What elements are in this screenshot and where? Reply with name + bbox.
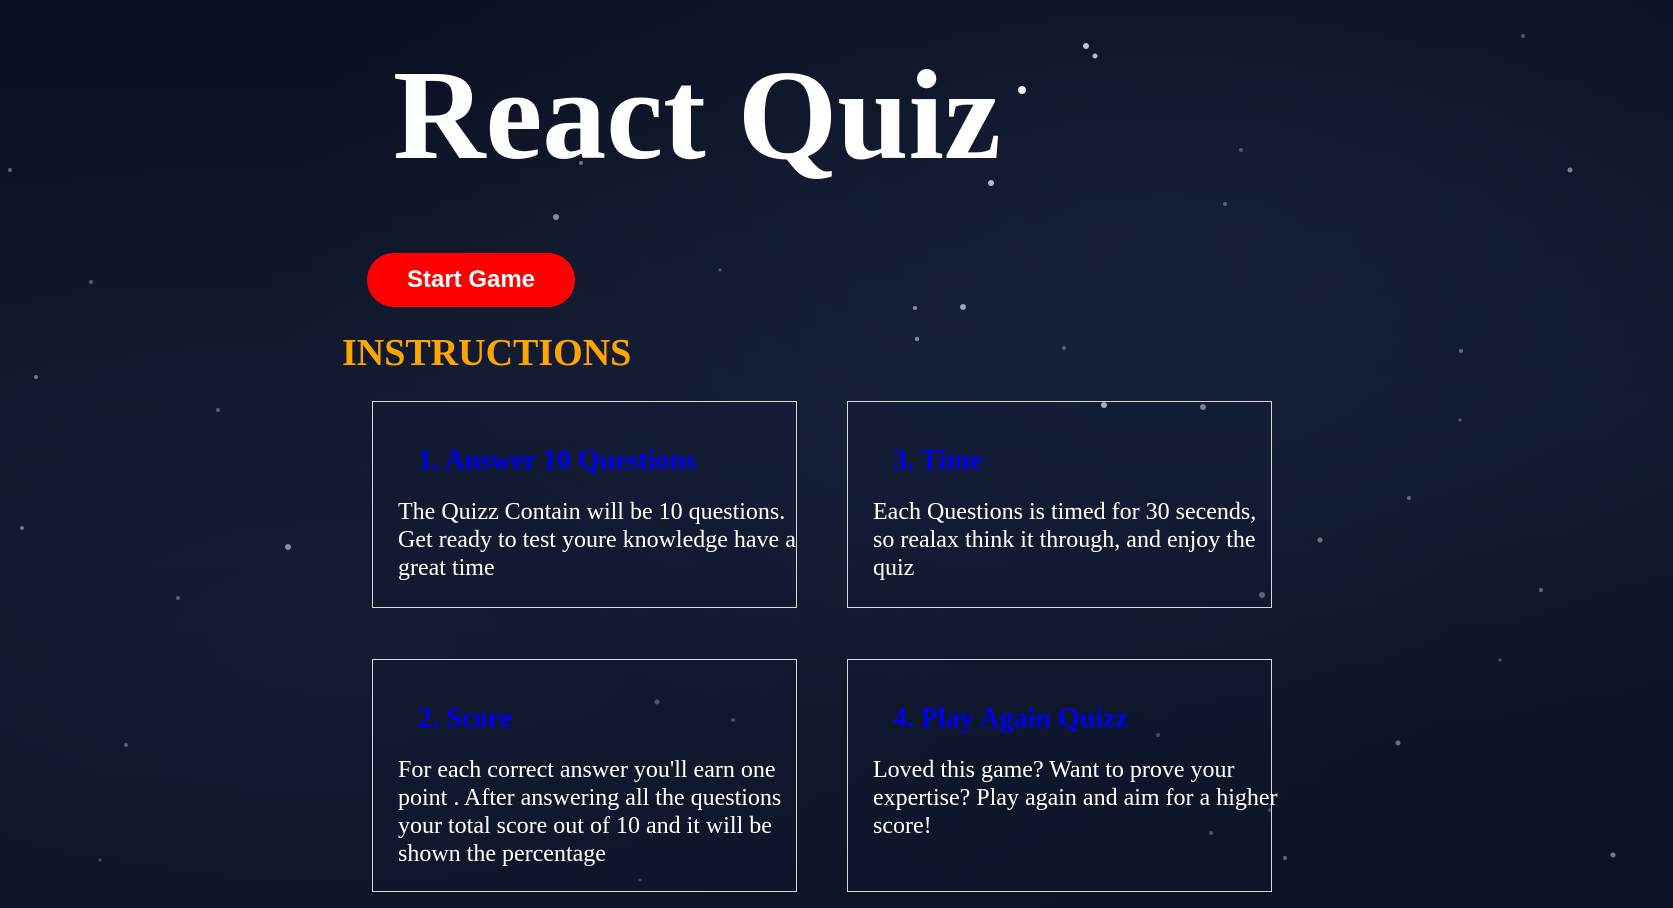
instruction-card-score: 2. Score For each correct answer you'll … [372, 659, 797, 892]
instruction-card-title: 3. Time [893, 445, 983, 476]
instruction-card-text: Each Questions is timed for 30 secends, … [873, 499, 1257, 581]
instruction-card-title: 1. Answer 10 Questions [418, 445, 696, 476]
instruction-card-text: For each correct answer you'll earn one … [398, 757, 782, 867]
instruction-card-text: The Quizz Contain will be 10 questions. … [398, 499, 796, 581]
instruction-card-title: 4. Play Again Quizz [893, 703, 1128, 734]
instruction-card-title: 2. Score [418, 703, 513, 734]
start-game-button[interactable]: Start Game [367, 253, 575, 307]
instructions-heading: INSTRUCTIONS [342, 332, 632, 374]
instruction-card-play-again: 4. Play Again Quizz Loved this game? Wan… [847, 659, 1278, 892]
instruction-card-answer-questions: 1. Answer 10 Questions The Quizz Contain… [372, 401, 797, 608]
instruction-card-time: 3. Time Each Questions is timed for 30 s… [847, 401, 1272, 608]
page-title: React Quiz [393, 44, 1001, 186]
instruction-card-text: Loved this game? Want to prove your expe… [873, 757, 1278, 839]
